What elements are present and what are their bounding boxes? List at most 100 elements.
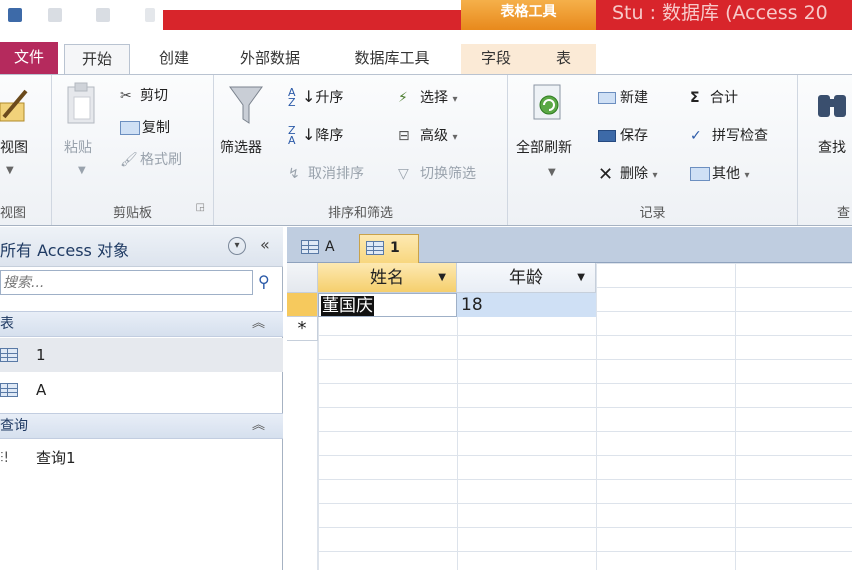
column-header-age[interactable]: 年龄 ▼ — [457, 263, 596, 293]
section-label-queries: 查询 — [0, 418, 28, 434]
tab-create[interactable]: 创建 — [144, 44, 204, 74]
query-icon: ⫶! — [0, 450, 10, 466]
view-button[interactable] — [0, 85, 30, 129]
new-record-icon — [598, 92, 616, 104]
quick-access-toolbar — [0, 0, 163, 30]
title-bar: 表格工具 Stu : 数据库 (Access 20 — [0, 0, 852, 30]
tab-file[interactable]: 文件 — [0, 42, 58, 74]
dialog-launcher-icon[interactable]: ◲ — [196, 202, 205, 213]
save-label: 保存 — [620, 128, 648, 144]
delete-record-button[interactable]: ✕ 删除 ▾ — [598, 163, 657, 185]
remove-sort-button[interactable]: ↯ 取消排序 — [288, 163, 364, 183]
delete-dropdown-icon[interactable]: ▾ — [652, 170, 657, 181]
tab-database-tools[interactable]: 数据库工具 — [332, 44, 452, 74]
group-clipboard: 粘贴 ▼ ✂ 剪切 复制 🖌 格式刷 剪贴板 ◲ — [52, 75, 214, 225]
format-painter-button[interactable]: 🖌 格式刷 — [120, 149, 182, 169]
more-button[interactable]: 其他 ▾ — [690, 163, 749, 183]
column-header-name[interactable]: 姓名 ▼ — [318, 263, 457, 293]
spelling-label: 拼写检查 — [712, 128, 768, 144]
totals-button[interactable]: Σ 合计 — [690, 87, 738, 107]
group-sort-filter: 筛选器 A Z ↓升序 Z A ↓降序 ↯ 取消排序 ⚡ 选择 ▾ ⊟ 高级 ▾ ▽ 切换筛选 … — [214, 75, 508, 225]
binoculars-icon — [818, 95, 846, 117]
group-views: 视图 ▼ 视图 — [0, 75, 52, 225]
cut-button[interactable]: ✂ 剪切 — [120, 85, 168, 105]
totals-label: 合计 — [710, 90, 738, 106]
sigma-icon: Σ — [690, 90, 700, 106]
advanced-dropdown-icon[interactable]: ▾ — [452, 132, 457, 143]
nav-header: 所有 Access 对象 ▾ « — [0, 227, 283, 267]
sort-ascending-icon: AZ — [288, 86, 296, 109]
sort-ascending-button[interactable]: A Z ↓升序 — [288, 87, 343, 108]
new-record-button[interactable]: 新建 — [598, 87, 648, 107]
nav-menu-chevron-icon[interactable]: ▾ — [228, 237, 246, 255]
advanced-button[interactable]: ⊟ 高级 ▾ — [398, 125, 457, 145]
nav-title[interactable]: 所有 Access 对象 — [0, 237, 129, 261]
ribbon-tabs: 文件 开始 创建 外部数据 数据库工具 字段 表 — [0, 30, 852, 74]
selection-dropdown-icon[interactable]: ▾ — [452, 94, 457, 105]
table-icon — [0, 348, 18, 362]
view-dropdown-icon[interactable]: ▼ — [6, 165, 14, 176]
cell-name-editing[interactable]: 董国庆 — [318, 293, 457, 317]
undo-icon[interactable] — [48, 8, 62, 22]
save-record-button[interactable]: 保存 — [598, 125, 648, 145]
nav-search-input[interactable] — [0, 270, 253, 295]
sort-descending-icon: ZA — [288, 124, 296, 147]
selection-label: 选择 — [420, 90, 448, 106]
new-record-selector[interactable]: * — [287, 317, 318, 341]
doc-tab-a[interactable]: A — [295, 234, 353, 263]
group-find: 查找 查 — [798, 75, 852, 225]
table-icon — [0, 383, 18, 397]
more-dropdown-icon[interactable]: ▾ — [744, 170, 749, 181]
search-icon[interactable]: ⚲ — [258, 272, 270, 291]
tab-external-data[interactable]: 外部数据 — [222, 44, 318, 74]
selection-filter-icon: ⚡ — [398, 90, 408, 106]
paste-button[interactable] — [64, 81, 98, 129]
group-label-clipboard: 剪贴板 ◲ — [52, 202, 213, 221]
sort-descending-button[interactable]: Z A ↓降序 — [288, 125, 343, 146]
tab-fields[interactable]: 字段 — [461, 44, 531, 74]
copy-button[interactable]: 复制 — [120, 117, 170, 137]
tab-table[interactable]: 表 — [531, 44, 596, 74]
selection-button[interactable]: ⚡ 选择 ▾ — [398, 87, 457, 107]
collapse-pane-icon[interactable]: « — [260, 235, 270, 254]
filter-funnel-icon — [229, 86, 263, 124]
toggle-filter-button[interactable]: ▽ 切换筛选 — [398, 163, 476, 183]
nav-item-label: 查询1 — [36, 449, 76, 467]
refresh-dropdown-icon[interactable]: ▼ — [548, 167, 556, 178]
refresh-all-button[interactable] — [530, 83, 566, 127]
record-selector-current[interactable] — [287, 293, 318, 317]
new-label: 新建 — [620, 90, 648, 106]
save-record-icon — [598, 130, 616, 142]
spelling-button[interactable]: ✓ 拼写检查 — [690, 125, 768, 145]
cell-age[interactable]: 18 — [457, 293, 596, 317]
ascending-label: 升序 — [315, 90, 344, 106]
group-records: 全部刷新 ▼ 新建 保存 ✕ 删除 ▾ Σ 合计 ✓ 拼写检查 其他 ▾ 记录 — [508, 75, 798, 225]
column-dropdown-icon[interactable]: ▼ — [438, 263, 446, 293]
refresh-icon — [533, 84, 561, 120]
column-header-row: 姓名 ▼ 年龄 ▼ — [287, 263, 852, 293]
paste-dropdown-icon[interactable]: ▼ — [78, 165, 86, 176]
doc-tab-1[interactable]: 1 — [359, 234, 419, 263]
nav-section-tables[interactable]: 表 ︽ — [0, 311, 283, 337]
navigation-pane: 所有 Access 对象 ▾ « ⚲ 表 ︽ 1 A 查询 ︽ ⫶! 查询1 — [0, 227, 283, 570]
nav-item-table-a[interactable]: A — [0, 373, 283, 407]
copy-icon — [120, 121, 140, 135]
cut-label: 剪切 — [140, 88, 168, 104]
save-icon[interactable] — [8, 8, 22, 22]
table-icon — [301, 240, 319, 254]
nav-section-queries[interactable]: 查询 ︽ — [0, 413, 283, 439]
more-label: 其他 — [712, 166, 740, 182]
group-label-records: 记录 — [639, 206, 666, 221]
section-collapse-icon: ︽ — [251, 418, 265, 433]
document-area: A 1 姓名 ▼ 年龄 ▼ 董国庆 18 * — [287, 227, 852, 570]
customize-qat-icon[interactable] — [145, 8, 155, 22]
nav-item-label: A — [36, 381, 47, 399]
nav-item-query-1[interactable]: ⫶! 查询1 — [0, 441, 283, 475]
delete-label: 删除 — [620, 166, 648, 182]
redo-icon[interactable] — [96, 8, 110, 22]
filter-button[interactable] — [228, 83, 264, 127]
find-button[interactable] — [816, 85, 850, 125]
column-dropdown-icon[interactable]: ▼ — [577, 263, 585, 293]
nav-item-table-1[interactable]: 1 — [0, 338, 283, 372]
tab-home[interactable]: 开始 — [64, 44, 130, 74]
